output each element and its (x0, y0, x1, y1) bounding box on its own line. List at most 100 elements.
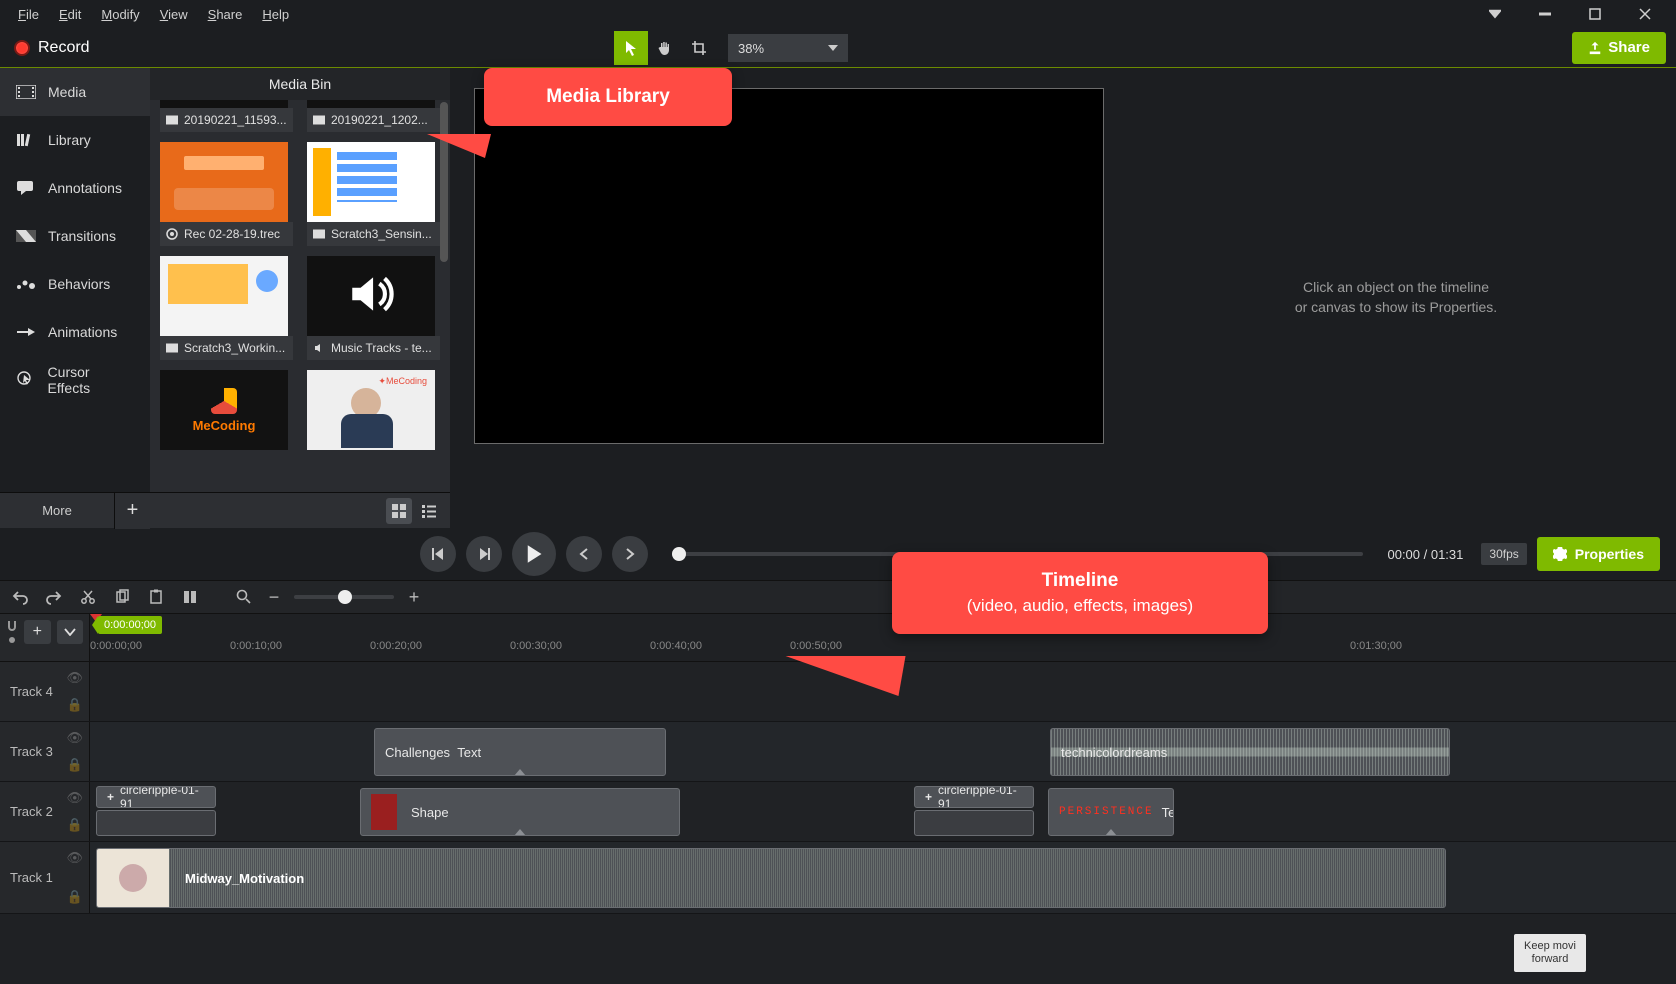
shape-swatch (371, 794, 397, 830)
clip-shape[interactable]: Shape (360, 788, 680, 836)
audio-icon (313, 342, 325, 354)
clip-placeholder[interactable] (96, 810, 216, 836)
media-item[interactable]: ✦MeCoding (307, 370, 440, 450)
media-item[interactable]: MeCoding (160, 370, 293, 450)
playback-fps[interactable]: 30fps (1481, 543, 1526, 565)
step-back-button[interactable] (466, 536, 502, 572)
ruler-tick: 0:00:30;00 (510, 640, 562, 652)
menu-edit[interactable]: Edit (49, 3, 91, 26)
track-menu-button[interactable] (57, 620, 84, 644)
sidebar-item-transitions[interactable]: Transitions (0, 212, 150, 260)
add-track-button[interactable]: + (24, 620, 51, 644)
paste-icon[interactable] (146, 587, 166, 607)
magnet-icon[interactable] (6, 620, 18, 632)
clip-thumbnail (97, 849, 169, 907)
sidebar-item-library[interactable]: Library (0, 116, 150, 164)
track-lane[interactable]: Challenges Text technicolordreams (90, 722, 1676, 781)
media-item[interactable]: 20190221_11593... (160, 100, 293, 132)
split-icon[interactable] (180, 587, 200, 607)
list-view-icon[interactable] (416, 498, 442, 524)
share-button[interactable]: Share (1572, 32, 1666, 64)
track-lane[interactable]: +circleripple-01-91 Shape +circleripple-… (90, 782, 1676, 841)
track-header[interactable]: Track 2 👁 🔒 (0, 782, 90, 841)
clip-effect[interactable]: +circleripple-01-91 (96, 786, 216, 808)
eye-icon[interactable]: 👁 (66, 850, 83, 866)
sidebar-item-annotations[interactable]: Annotations (0, 164, 150, 212)
record-button[interactable]: Record (0, 28, 104, 67)
menu-modify[interactable]: Modify (91, 3, 149, 26)
eye-icon[interactable]: 👁 (66, 790, 83, 806)
clip-effect[interactable]: +circleripple-01-91 (914, 786, 1034, 808)
search-icon[interactable] (234, 587, 254, 607)
scrubber-handle[interactable] (672, 547, 686, 561)
canvas-zoom-value: 38% (738, 41, 764, 56)
window-maximize-icon[interactable] (1572, 0, 1618, 28)
menu-file[interactable]: File (8, 3, 49, 26)
app-toolbar: Record 38% Share (0, 28, 1676, 68)
redo-icon[interactable] (44, 587, 64, 607)
sidebar-label: Animations (48, 324, 117, 340)
prev-clip-button[interactable] (420, 536, 456, 572)
menu-help[interactable]: Help (252, 3, 299, 26)
menu-share[interactable]: Share (198, 3, 253, 26)
undo-icon[interactable] (10, 587, 30, 607)
sidebar-add-button[interactable]: + (114, 493, 150, 529)
sidebar-more-button[interactable]: More (0, 503, 114, 518)
clip-audio[interactable]: technicolordreams (1050, 728, 1450, 776)
lock-icon[interactable]: 🔒 (67, 757, 83, 773)
slider-handle[interactable] (338, 590, 352, 604)
lock-icon[interactable]: 🔒 (67, 889, 83, 905)
sidebar-item-media[interactable]: Media (0, 68, 150, 116)
scrollbar-thumb[interactable] (440, 102, 448, 262)
preview-canvas[interactable] (474, 88, 1104, 444)
ruler-tick: 0:00:00;00 (90, 640, 142, 652)
cut-icon[interactable] (78, 587, 98, 607)
cursor-tool-icon[interactable] (614, 31, 648, 65)
timeline-zoom-slider[interactable] (294, 595, 394, 599)
zoom-out-icon[interactable]: − (264, 587, 284, 607)
track-header[interactable]: Track 3 👁 🔒 (0, 722, 90, 781)
video-icon (166, 114, 178, 126)
copy-icon[interactable] (112, 587, 132, 607)
track-lane[interactable]: Midway_Motivation (90, 842, 1676, 913)
media-item[interactable]: 20190221_1202... (307, 100, 440, 132)
track-header[interactable]: Track 1 👁 🔒 (0, 842, 90, 913)
play-button[interactable] (512, 532, 556, 576)
clip-placeholder[interactable] (914, 810, 1034, 836)
step-fwd-button[interactable] (566, 536, 602, 572)
crop-tool-icon[interactable] (682, 31, 716, 65)
pan-tool-icon[interactable] (648, 31, 682, 65)
window-minimize-icon[interactable] (1522, 0, 1568, 28)
media-bin-grid[interactable]: 20190221_11593... 20190221_1202... Rec 0… (150, 100, 450, 492)
lock-icon[interactable]: 🔒 (67, 697, 83, 713)
track-row: Track 1 👁 🔒 Midway_Motivation (0, 842, 1676, 914)
media-bin-panel: Media Bin 20190221_11593... 20190221_120… (150, 68, 450, 492)
clip-text[interactable]: persistence Te (1048, 788, 1174, 836)
lock-icon[interactable]: 🔒 (67, 817, 83, 833)
window-dropdown-icon[interactable] (1472, 0, 1518, 28)
media-item[interactable]: Scratch3_Workin... (160, 256, 293, 360)
grid-view-icon[interactable] (386, 498, 412, 524)
timeline-ruler[interactable]: 0:00:00;00 0:00:00;00 0:00:10;00 0:00:20… (90, 614, 1676, 661)
ruler-tick: 0:00:50;00 (790, 640, 842, 652)
marker-track-icon[interactable] (6, 634, 18, 646)
canvas-zoom-select[interactable]: 38% (728, 34, 848, 62)
eye-icon[interactable]: 👁 (66, 730, 83, 746)
clip-text[interactable]: Challenges Text (374, 728, 666, 776)
track-header[interactable]: Track 4 👁 🔒 (0, 662, 90, 721)
window-controls (1472, 0, 1668, 28)
clip-video[interactable]: Midway_Motivation (96, 848, 1446, 908)
playhead-time[interactable]: 0:00:00;00 (98, 616, 162, 634)
zoom-in-icon[interactable]: + (404, 587, 424, 607)
next-clip-button[interactable] (612, 536, 648, 572)
eye-icon[interactable]: 👁 (66, 670, 83, 686)
sidebar-item-cursor-effects[interactable]: Cursor Effects (0, 356, 150, 404)
sidebar-item-behaviors[interactable]: Behaviors (0, 260, 150, 308)
sidebar-item-animations[interactable]: Animations (0, 308, 150, 356)
media-item[interactable]: Music Tracks - te... (307, 256, 440, 360)
properties-button[interactable]: Properties (1537, 537, 1660, 571)
canvas-properties-area: Click an object on the timeline or canva… (450, 68, 1676, 528)
media-item[interactable]: Rec 02-28-19.trec (160, 142, 293, 246)
window-close-icon[interactable] (1622, 0, 1668, 28)
menu-view[interactable]: View (150, 3, 198, 26)
